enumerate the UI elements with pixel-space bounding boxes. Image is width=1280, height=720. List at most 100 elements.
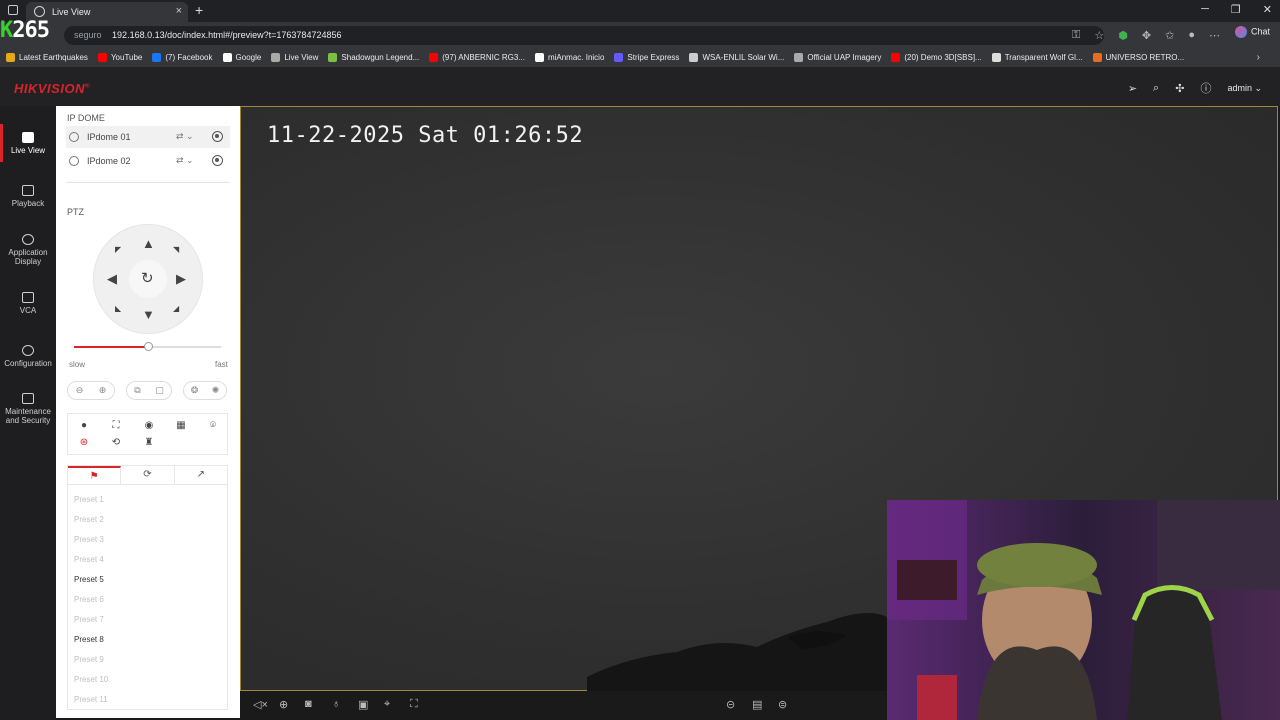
grid-icon[interactable]: ▦ (174, 419, 188, 433)
bookmark-item[interactable]: Transparent Wolf Gl... (991, 53, 1083, 62)
extensions-puzzle-icon[interactable]: ✥ (1142, 29, 1151, 42)
nav-vca[interactable]: VCA (0, 292, 56, 315)
person-detect-icon[interactable]: ⌾ (206, 419, 220, 433)
bookmark-item[interactable]: Live View (271, 53, 318, 62)
tab-presets[interactable]: ⚑ (68, 466, 122, 484)
ptz-speed-slider[interactable] (74, 342, 221, 351)
ptz-up-icon[interactable]: ▲ (142, 236, 155, 251)
bookmark-star-icon[interactable]: ☆ (1094, 29, 1104, 42)
bookmark-item[interactable]: WSA-ENLIL Solar Wi... (689, 53, 784, 62)
restore-icon[interactable]: ❐ (1231, 3, 1241, 16)
wiper-icon[interactable]: ◉ (142, 419, 156, 433)
zoom-region-icon[interactable]: ⊛ (77, 436, 91, 450)
bookmark-item[interactable]: Official UAP Imagery (794, 53, 881, 62)
ptz-up-left-icon[interactable]: ◤ (115, 245, 121, 254)
bookmark-item[interactable]: (7) Facebook (152, 53, 213, 62)
digital-zoom-icon[interactable]: ⊕ (279, 698, 288, 711)
capture-icon[interactable]: ◙ (305, 698, 312, 710)
preset-item[interactable]: Preset 7 (74, 615, 104, 624)
iris-open-icon[interactable]: ✺ (212, 385, 220, 396)
next-window-icon[interactable]: ⊜ (778, 698, 787, 711)
light-icon[interactable]: ● (77, 419, 91, 433)
camera-item[interactable]: IPdome 02 ⇄ ⌄ (66, 150, 230, 172)
record-clip-icon[interactable]: ▣ (358, 698, 368, 711)
url-field[interactable]: seguro 192.168.0.13/doc/index.html#/prev… (64, 26, 1104, 45)
preset-item[interactable]: Preset 6 (74, 595, 104, 604)
ptz-up-right-icon[interactable]: ◥ (173, 245, 179, 254)
browser-tab-bar: Live View × + ─ ❐ ✕ (0, 0, 1280, 22)
bookmark-item[interactable]: Latest Earthquakes (6, 53, 88, 62)
microphone-icon[interactable]: ♁ (332, 698, 340, 710)
camera-item[interactable]: IPdome 01 ⇄ ⌄ (66, 126, 230, 148)
nav-maintenance-security[interactable]: Maintenance and Security (0, 393, 56, 425)
bookmark-item[interactable]: Shadowgun Legend... (328, 53, 419, 62)
ptz-down-right-icon[interactable]: ◢ (173, 304, 179, 313)
focus-far-icon[interactable]: ▢ (155, 385, 164, 396)
preset-item[interactable]: Preset 4 (74, 555, 104, 564)
puzzle-icon[interactable]: ✣ (1175, 82, 1184, 95)
minimize-icon[interactable]: ─ (1201, 3, 1209, 16)
zoom-in-icon[interactable]: ⊕ (99, 385, 107, 396)
tab-close-icon[interactable]: × (176, 5, 182, 17)
preset-item[interactable]: Preset 11 (74, 695, 108, 704)
tracking-icon[interactable]: ♜ (142, 436, 156, 450)
user-menu[interactable]: admin ⌄ (1227, 83, 1262, 94)
regional-focus-icon[interactable]: ⌖ (384, 698, 390, 711)
ptz-left-icon[interactable]: ◀ (107, 271, 117, 287)
window-layout-icon[interactable]: ▤ (752, 698, 762, 711)
vca-icon (22, 292, 34, 303)
bookmark-item[interactable]: Stripe Express (614, 53, 679, 62)
preset-item[interactable]: Preset 2 (74, 515, 104, 524)
bookmark-item[interactable]: UNIVERSO RETRO... (1092, 53, 1184, 62)
password-key-icon[interactable]: ⚿ (1072, 29, 1080, 42)
nav-live-view[interactable]: Live View (0, 124, 56, 162)
nav-configuration[interactable]: Configuration (0, 345, 56, 368)
auto-rotate-icon[interactable]: ⟲ (109, 436, 123, 450)
new-tab-button[interactable]: + (195, 2, 203, 18)
osd-timestamp: 11-22-2025 Sat 01:26:52 (267, 123, 584, 148)
bookmark-item[interactable]: miAnmac. Inicio (534, 53, 604, 62)
preset-item[interactable]: Preset 3 (74, 535, 104, 544)
record-icon[interactable] (212, 155, 223, 166)
bookmarks-overflow-icon[interactable]: › (1257, 52, 1260, 63)
preset-item[interactable]: Preset 1 (74, 495, 104, 504)
bookmark-item[interactable]: (20) Demo 3D[SBS]... (891, 53, 982, 62)
favorites-icon[interactable]: ✩ (1165, 29, 1174, 42)
iris-close-icon[interactable]: ❂ (191, 385, 199, 396)
ptz-auto-scan-button[interactable]: ↻ (129, 260, 167, 298)
record-icon[interactable] (212, 131, 223, 142)
preset-item[interactable]: Preset 8 (74, 635, 104, 644)
browser-tab[interactable]: Live View × (26, 2, 188, 22)
info-icon[interactable]: ⓘ (1200, 80, 1211, 96)
ptz-right-icon[interactable]: ▶ (176, 271, 186, 287)
3d-position-icon[interactable]: ⛶ (410, 698, 418, 711)
audio-icon[interactable]: ◁× (253, 698, 268, 711)
preset-item[interactable]: Preset 5 (74, 575, 104, 584)
tab-strip-icon[interactable] (8, 5, 18, 15)
window-close-icon[interactable]: ✕ (1263, 3, 1272, 16)
nav-application-display[interactable]: Application Display (0, 234, 56, 266)
tab-patrols[interactable]: ⟳ (121, 466, 175, 484)
profile-avatar-icon[interactable]: ● (1188, 29, 1195, 42)
bookmark-item[interactable]: (97) ANBERNIC RG3... (429, 53, 525, 62)
focus-near-icon[interactable]: ⧉ (134, 385, 140, 396)
extension-shield-icon[interactable]: ⬢ (1118, 29, 1128, 42)
preset-item[interactable]: Preset 9 (74, 655, 104, 664)
previous-window-icon[interactable]: ⊝ (726, 698, 735, 711)
browser-menu-icon[interactable]: ⋯ (1209, 29, 1220, 42)
send-icon[interactable]: ➢ (1128, 82, 1137, 95)
ptz-down-icon[interactable]: ▼ (142, 307, 155, 322)
stream-switch-icon[interactable]: ⇄ ⌄ (176, 131, 194, 142)
speed-slider-handle[interactable] (143, 342, 153, 351)
stream-switch-icon[interactable]: ⇄ ⌄ (176, 155, 194, 166)
region-focus-icon[interactable]: ⛶ (109, 419, 123, 433)
bookmark-item[interactable]: YouTube (97, 53, 142, 62)
search-icon[interactable]: ⌕ (1153, 82, 1159, 95)
chat-button[interactable]: Chat (1234, 26, 1270, 38)
zoom-out-icon[interactable]: ⊖ (76, 385, 84, 396)
bookmark-item[interactable]: Google (222, 53, 261, 62)
preset-item[interactable]: Preset 10 (74, 675, 108, 684)
ptz-down-left-icon[interactable]: ◣ (115, 304, 121, 313)
tab-patterns[interactable]: ↗ (175, 466, 227, 484)
nav-playback[interactable]: Playback (0, 185, 56, 208)
